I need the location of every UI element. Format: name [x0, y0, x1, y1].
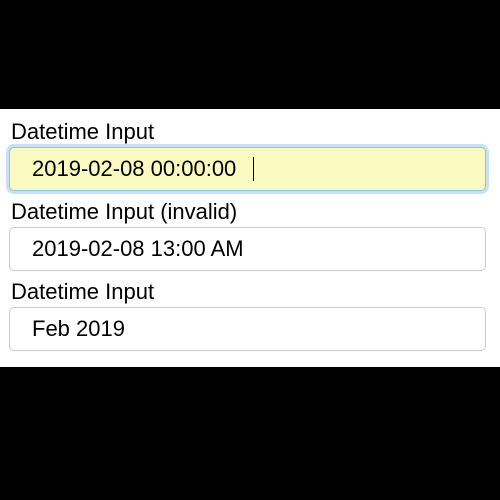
- datetime-field-1: Datetime Input: [9, 119, 486, 191]
- datetime-input-month[interactable]: [9, 307, 486, 351]
- field-label: Datetime Input: [9, 119, 486, 145]
- datetime-field-2: Datetime Input (invalid): [9, 199, 486, 271]
- field-label: Datetime Input: [9, 279, 486, 305]
- form-panel: Datetime Input Datetime Input (invalid) …: [0, 109, 500, 367]
- datetime-field-3: Datetime Input: [9, 279, 486, 351]
- field-label: Datetime Input (invalid): [9, 199, 486, 225]
- datetime-input-invalid[interactable]: [9, 227, 486, 271]
- input-wrap: [9, 147, 486, 191]
- datetime-input[interactable]: [9, 147, 486, 191]
